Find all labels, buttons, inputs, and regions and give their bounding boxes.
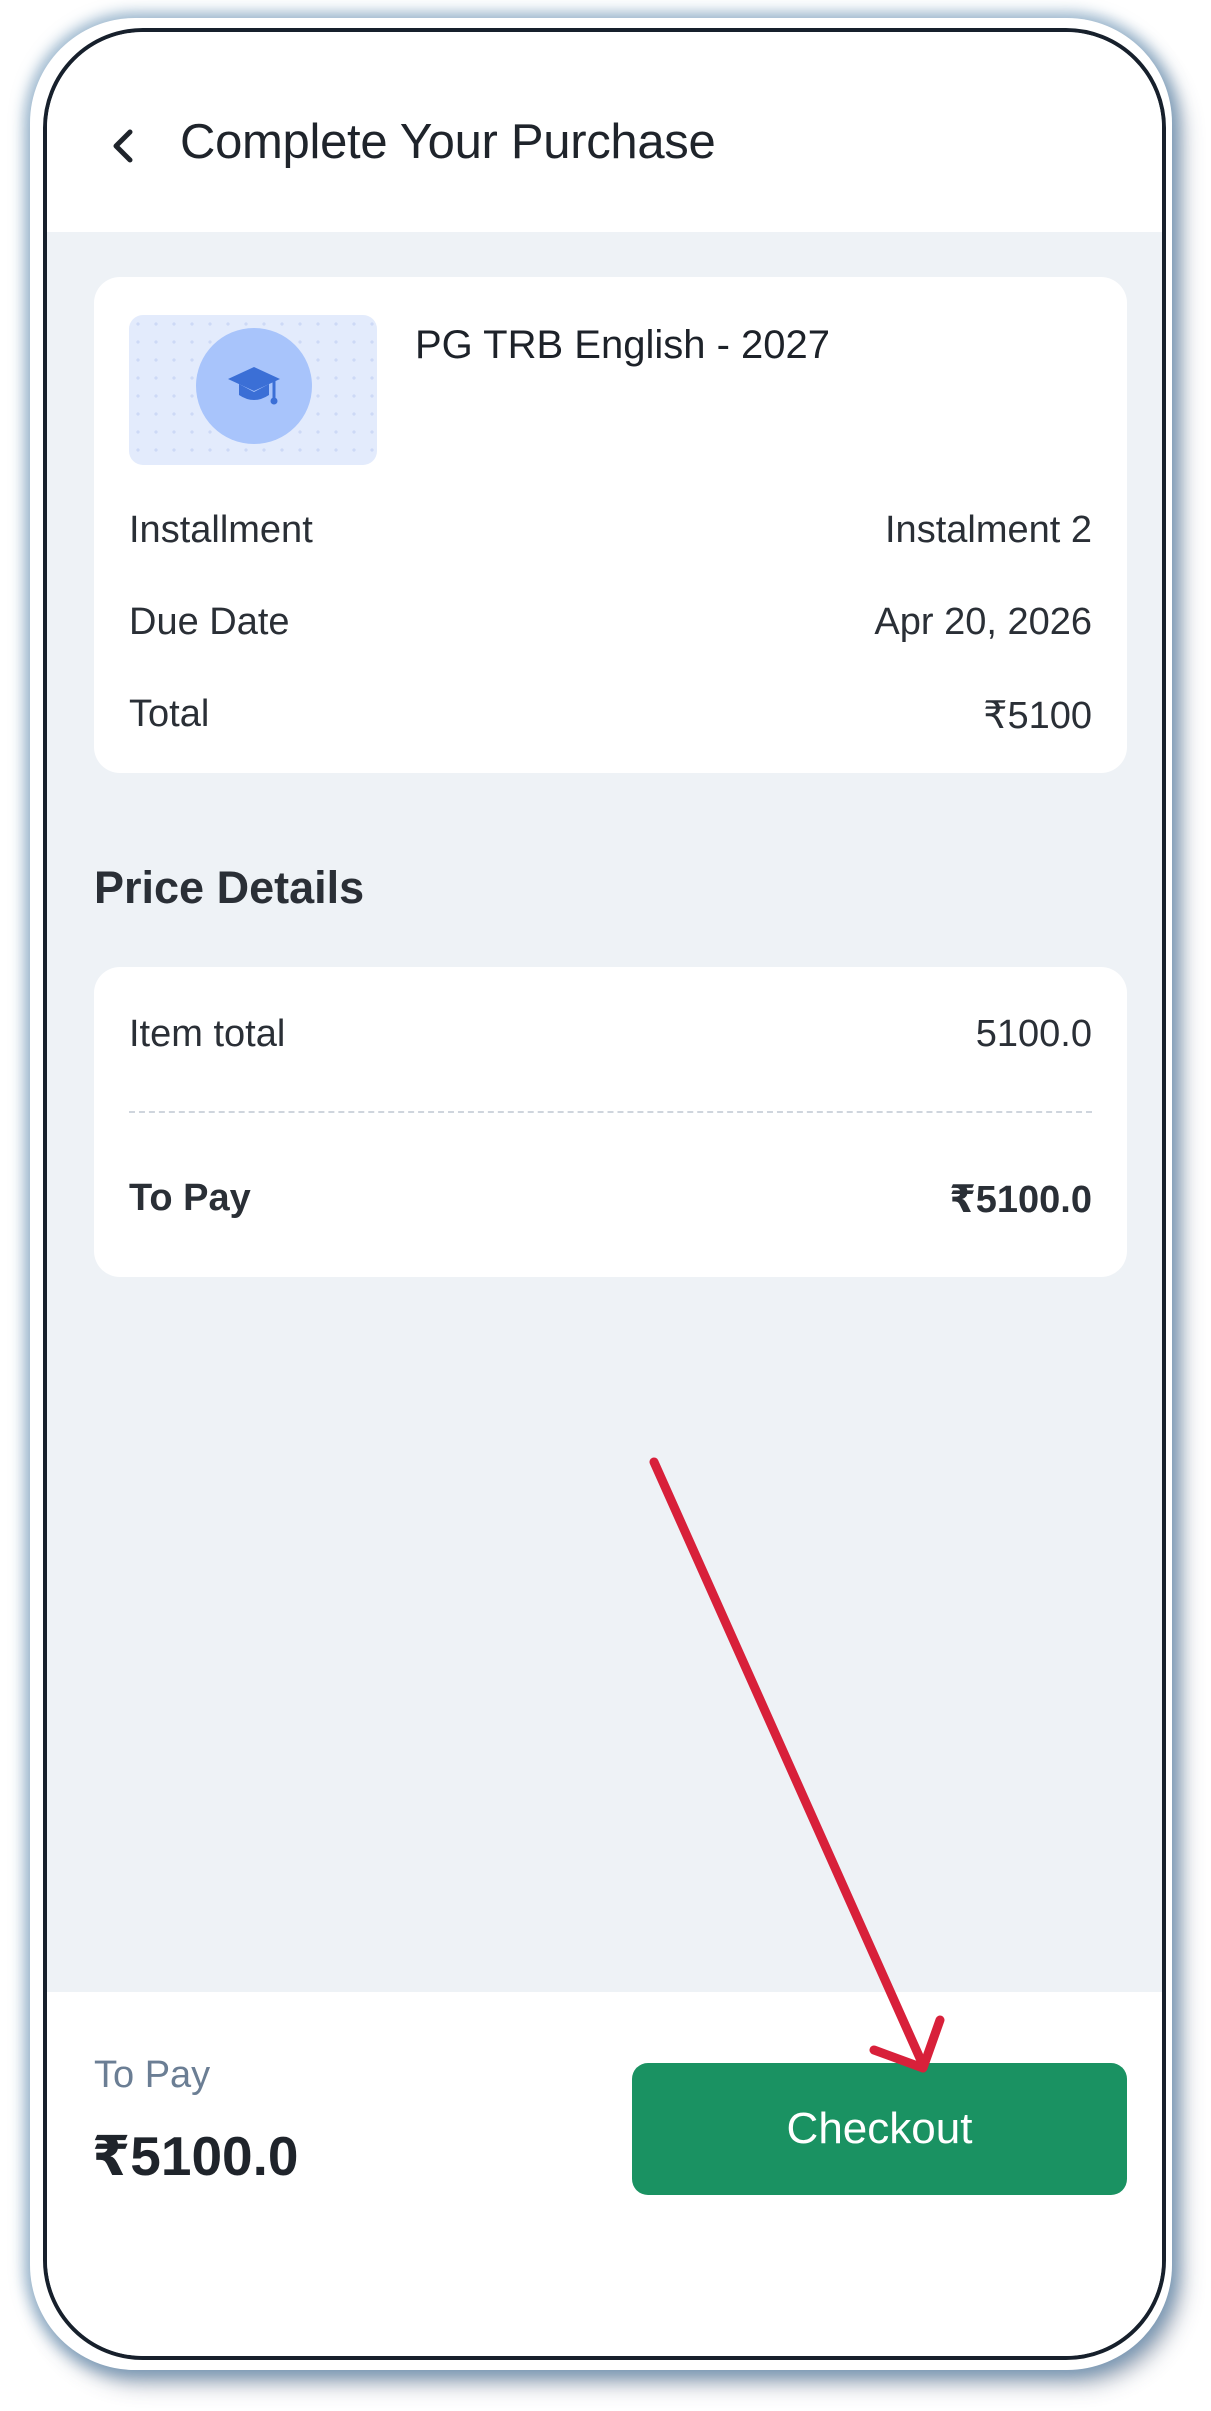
total-value: ₹5100 bbox=[983, 695, 1092, 737]
installment-label: Installment bbox=[129, 509, 313, 551]
thumbnail-circle bbox=[196, 328, 312, 444]
due-date-value: Apr 20, 2026 bbox=[874, 601, 1092, 643]
total-row: Total ₹5100 bbox=[129, 693, 1092, 738]
footer-to-pay-amount: ₹5100.0 bbox=[92, 2125, 299, 2187]
due-date-label: Due Date bbox=[129, 601, 290, 643]
to-pay-row: To Pay ₹5100.0 bbox=[129, 1177, 1092, 1222]
product-card: PG TRB English - 2027 Installment Instal… bbox=[94, 277, 1127, 773]
dashed-divider bbox=[129, 1111, 1092, 1113]
screenshot-stage: Complete Your Purchase PG TRB English - … bbox=[0, 0, 1211, 2411]
item-total-row: Item total 5100.0 bbox=[129, 1013, 1092, 1056]
chevron-left-icon bbox=[113, 129, 133, 163]
total-label: Total bbox=[129, 693, 210, 735]
product-name: PG TRB English - 2027 bbox=[415, 323, 831, 367]
app-header: Complete Your Purchase bbox=[47, 32, 1162, 232]
to-pay-label: To Pay bbox=[129, 1177, 251, 1219]
to-pay-value: ₹5100.0 bbox=[949, 1179, 1092, 1221]
price-details-card: Item total 5100.0 To Pay ₹5100.0 bbox=[94, 967, 1127, 1277]
item-total-value: 5100.0 bbox=[975, 1013, 1092, 1055]
footer-to-pay-label: To Pay bbox=[94, 2054, 211, 2096]
back-button[interactable] bbox=[93, 116, 153, 176]
installment-value: Instalment 2 bbox=[885, 509, 1092, 551]
checkout-button[interactable]: Checkout bbox=[632, 2063, 1127, 2195]
price-details-heading: Price Details bbox=[94, 862, 365, 913]
item-total-label: Item total bbox=[129, 1013, 286, 1055]
checkout-bar: To Pay ₹5100.0 Checkout bbox=[47, 1992, 1162, 2356]
installment-row: Installment Instalment 2 bbox=[129, 509, 1092, 552]
page-title: Complete Your Purchase bbox=[180, 115, 716, 169]
due-date-row: Due Date Apr 20, 2026 bbox=[129, 601, 1092, 644]
product-thumbnail bbox=[129, 315, 377, 465]
phone-frame: Complete Your Purchase PG TRB English - … bbox=[43, 28, 1166, 2360]
graduation-cap-icon bbox=[228, 367, 280, 405]
